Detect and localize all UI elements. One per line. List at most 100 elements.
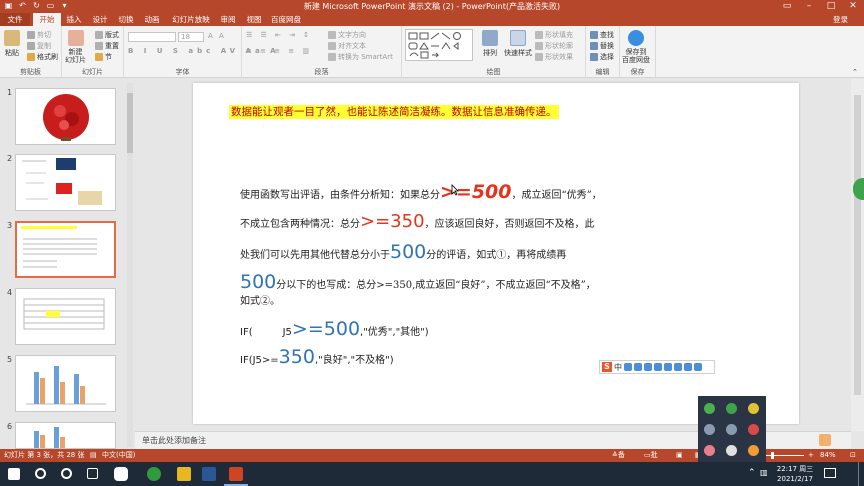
powerpoint-icon[interactable]	[229, 467, 243, 481]
shape-outline-button[interactable]: 形状轮廓	[535, 41, 573, 51]
notification-center-icon[interactable]	[824, 468, 836, 478]
text-line-5[interactable]: 如式②。	[240, 292, 280, 312]
security-shield-icon[interactable]	[704, 403, 715, 414]
select-button[interactable]: 选择	[590, 52, 614, 62]
ime-mode[interactable]: 中	[614, 362, 622, 373]
copy-button[interactable]: 复制	[27, 41, 51, 51]
format-painter-button[interactable]: 格式刷	[27, 52, 58, 62]
usb-icon[interactable]	[726, 445, 737, 456]
close-icon[interactable]: ✕	[842, 0, 864, 13]
toolbox-icon[interactable]	[664, 363, 672, 371]
slide-thumbnail-2[interactable]	[15, 154, 116, 211]
slide-thumbnail-1[interactable]	[15, 88, 116, 145]
quick-styles-button[interactable]: 快速样式	[504, 30, 532, 58]
tab-review[interactable]: 审阅	[217, 13, 239, 26]
sun-tray-icon[interactable]	[748, 445, 759, 456]
comments-toggle[interactable]: ▭ 批注	[644, 449, 658, 472]
app-icon[interactable]	[114, 467, 128, 481]
microphone-icon[interactable]	[644, 363, 652, 371]
highlighted-heading[interactable]: 数据能让观者一目了然，也能让陈述简洁凝练。数据让信息准确传递。	[229, 105, 559, 119]
clock[interactable]: 22:17 周三 2021/2/17	[770, 464, 820, 484]
find-button[interactable]: 查找	[590, 30, 614, 40]
tab-slideshow[interactable]: 幻灯片放映	[168, 13, 214, 26]
user-icon[interactable]	[674, 363, 682, 371]
tab-baidu-netdisk[interactable]: 百度网盘	[269, 13, 303, 26]
smartart-button[interactable]: 转换为 SmartArt	[328, 52, 393, 62]
section-button[interactable]: 节	[95, 52, 112, 62]
show-desktop-button[interactable]	[858, 462, 859, 486]
text-line-1[interactable]: 使用函数写出评语，由条件分析知：如果总分>=500，成立返回“优秀”，	[240, 182, 602, 206]
font-name-combo[interactable]	[128, 32, 176, 42]
browser-360-icon[interactable]	[147, 467, 161, 481]
notes-placeholder[interactable]: 单击此处添加备注	[142, 435, 206, 446]
network-taskbar-icon[interactable]: ▥	[760, 468, 768, 477]
tab-file[interactable]: 文件	[0, 13, 30, 26]
sogou-ime-toolbar[interactable]: S 中	[599, 360, 715, 374]
slide-thumbnail-3[interactable]	[15, 221, 116, 278]
file-explorer-icon[interactable]	[177, 467, 191, 481]
login-link[interactable]: 登录	[833, 13, 848, 26]
slide-vertical-scrollbar[interactable]	[851, 79, 864, 431]
arrange-button[interactable]: 排列	[482, 30, 498, 58]
tab-insert[interactable]: 插入	[63, 13, 85, 26]
new-slide-button[interactable]: 新建 幻灯片	[65, 30, 86, 64]
search-icon[interactable]	[35, 468, 46, 479]
notes-assistant-icon[interactable]	[819, 434, 831, 446]
spellcheck-icon[interactable]: ▤	[90, 449, 97, 462]
flower-tray-icon[interactable]	[704, 445, 715, 456]
collapse-ribbon-icon[interactable]: ⌃	[852, 68, 858, 76]
tab-view[interactable]: 视图	[243, 13, 265, 26]
tab-design[interactable]: 设计	[89, 13, 111, 26]
list-buttons[interactable]: ☰ ☰ ⇤ ⇥ ↕	[246, 31, 312, 39]
zoom-level[interactable]: 84%	[820, 449, 836, 462]
formula-2[interactable]: IF(J5>=350,"良好","不及格")	[240, 347, 394, 371]
app-tray-icon[interactable]	[748, 424, 759, 435]
text-line-2[interactable]: 不成立包含两种情况：总分>=350，应该返回良好，否则返回不及格，此	[240, 212, 595, 235]
volume-icon[interactable]	[704, 424, 715, 435]
ribbon-display-icon[interactable]: ▭	[776, 0, 798, 13]
skin-icon[interactable]	[684, 363, 692, 371]
zoom-in-icon[interactable]: +	[808, 449, 814, 462]
slide-thumbnail-4[interactable]	[15, 288, 116, 345]
text-line-4[interactable]: 500分以下的也写成：总分>=350,成立返回“良好”，不成立返回“不及格”，	[240, 272, 596, 296]
align-text-button[interactable]: 对齐文本	[328, 41, 366, 51]
emoji-icon[interactable]	[634, 363, 642, 371]
network-icon[interactable]	[726, 424, 737, 435]
windows-start-icon[interactable]	[8, 468, 20, 480]
zoom-slider-thumb[interactable]	[771, 452, 774, 459]
replace-button[interactable]: 替换	[590, 41, 614, 51]
font-size-combo[interactable]: 18	[178, 32, 204, 42]
tab-animations[interactable]: 动画	[141, 13, 163, 26]
align-buttons[interactable]: ≡ ≡ ≡ ≡ ▥	[246, 47, 312, 55]
word-icon[interactable]	[202, 467, 216, 481]
text-line-3[interactable]: 处我们可以先用其他代替总分小于500分的评语，如式①，再将成绩再	[240, 242, 566, 266]
task-view-icon[interactable]	[87, 468, 98, 479]
menu-grid-icon[interactable]	[694, 363, 702, 371]
shape-fill-button[interactable]: 形状填充	[535, 30, 573, 40]
fit-to-window-icon[interactable]: ⊡	[850, 449, 856, 462]
cut-button[interactable]: 剪切	[27, 30, 51, 40]
slide-scroll-thumb[interactable]	[854, 95, 861, 395]
language-status[interactable]: 中文(中国)	[102, 449, 135, 462]
slide-thumbnail-6[interactable]	[15, 422, 116, 449]
save-to-baidu-button[interactable]: 保存到 百度网盘	[622, 30, 650, 64]
layout-button[interactable]: 版式	[95, 30, 119, 40]
thumbnail-scrollbar[interactable]	[127, 83, 133, 447]
notes-toggle[interactable]: ≙ 备注	[612, 449, 625, 472]
maximize-icon[interactable]: □	[820, 0, 842, 13]
cortana-icon[interactable]	[61, 468, 72, 479]
wechat-icon[interactable]	[726, 403, 737, 414]
punctuation-icon[interactable]	[624, 363, 632, 371]
formula-1[interactable]: IF(J5>=500,"优秀","其他")	[240, 319, 429, 343]
side-assistant-badge[interactable]	[853, 178, 864, 200]
text-direction-button[interactable]: 文字方向	[328, 30, 366, 40]
tab-transitions[interactable]: 切换	[115, 13, 137, 26]
shape-effects-button[interactable]: 形状效果	[535, 52, 573, 62]
pinyin-icon[interactable]	[748, 403, 759, 414]
tray-expand-icon[interactable]: ⌃	[748, 468, 756, 478]
tab-home[interactable]: 开始	[33, 13, 61, 26]
thumbnail-scroll-thumb[interactable]	[127, 93, 133, 153]
slide-thumbnail-5[interactable]	[15, 355, 116, 412]
font-grow-shrink[interactable]: A A	[208, 32, 226, 40]
paste-button[interactable]: 粘贴	[4, 30, 20, 58]
